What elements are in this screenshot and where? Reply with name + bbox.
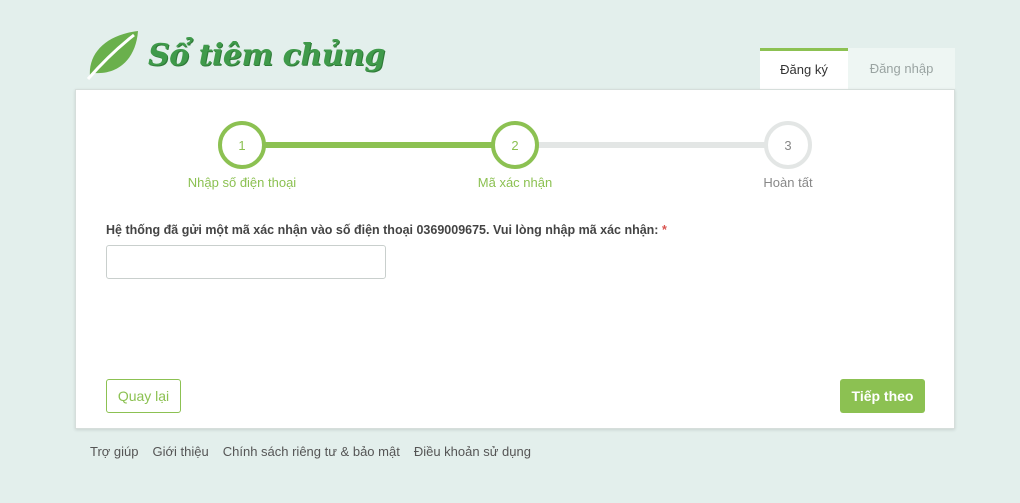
footer-links: Trợ giúp Giới thiệu Chính sách riêng tư … <box>90 444 531 459</box>
step-3-circle: 3 <box>764 121 812 169</box>
step-1-circle: 1 <box>218 121 266 169</box>
step-1-label: Nhập số điện thoại <box>187 175 297 190</box>
leaf-icon <box>86 31 138 80</box>
brand-logo[interactable]: Sổ tiêm chủng <box>84 28 385 82</box>
tab-register[interactable]: Đăng ký <box>760 48 848 89</box>
progress-track-completed <box>242 142 516 148</box>
step-3-label: Hoàn tất <box>763 175 813 190</box>
auth-tabs: Đăng ký Đăng nhập <box>760 48 955 89</box>
next-button[interactable]: Tiếp theo <box>840 379 925 413</box>
footer-link-privacy[interactable]: Chính sách riêng tư & bảo mật <box>223 444 400 459</box>
footer-link-help[interactable]: Trợ giúp <box>90 444 139 459</box>
tab-login[interactable]: Đăng nhập <box>848 48 955 89</box>
required-marker: * <box>661 223 667 237</box>
brand-name: Sổ tiêm chủng <box>148 37 385 73</box>
back-button[interactable]: Quay lại <box>106 379 181 413</box>
step-2-circle: 2 <box>491 121 539 169</box>
progress-track-remaining <box>516 142 790 148</box>
step-2-label: Mã xác nhận <box>477 175 553 190</box>
verification-prompt: Hệ thống đã gửi một mã xác nhận vào số đ… <box>106 223 667 237</box>
prompt-text: Hệ thống đã gửi một mã xác nhận vào số đ… <box>106 223 659 237</box>
registration-card: 1 2 3 Nhập số điện thoại Mã xác nhận Hoà… <box>75 89 955 429</box>
verification-code-input[interactable] <box>106 245 386 279</box>
footer-link-terms[interactable]: Điều khoản sử dụng <box>414 444 531 459</box>
footer-link-about[interactable]: Giới thiệu <box>153 444 209 459</box>
